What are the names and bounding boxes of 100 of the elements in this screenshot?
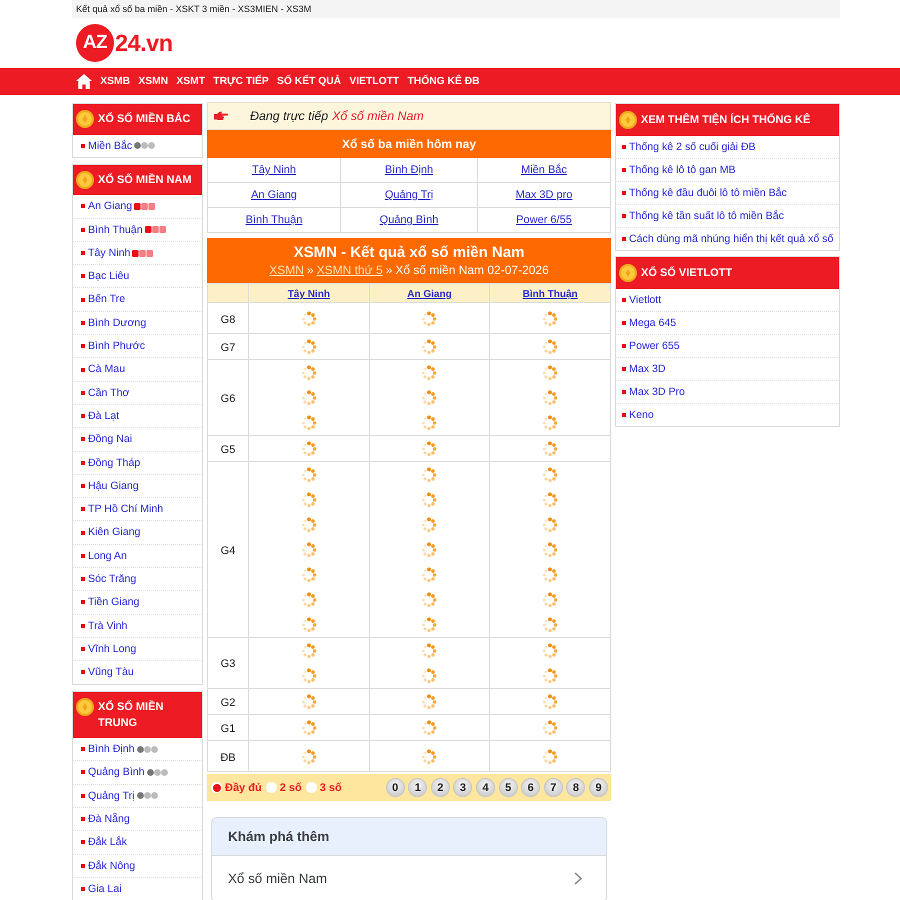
digit-button[interactable]: 9 — [589, 778, 608, 797]
sidebar-link[interactable]: Đồng Nai — [88, 432, 132, 447]
breadcrumb-separator: » — [386, 263, 392, 277]
sidebar-link[interactable]: Thống kê lô tô gan MB — [629, 163, 736, 177]
sidebar-link[interactable]: Bạc Liêu — [88, 269, 130, 284]
radio-button[interactable] — [266, 782, 277, 793]
digit-button[interactable]: 2 — [430, 778, 450, 797]
sidebar-link[interactable]: Tiền Giang — [88, 595, 140, 610]
sidebar-link[interactable]: Long An — [88, 548, 127, 564]
three-dots-icon — [136, 746, 158, 753]
today-link[interactable]: Max 3D pro — [516, 189, 572, 201]
square-bullet-icon — [81, 507, 85, 512]
nav-link[interactable]: XSMN — [138, 76, 168, 87]
section-header: Xổ số ba miền hôm nay — [207, 130, 611, 158]
digit-button[interactable]: 3 — [453, 778, 472, 797]
square-bullet-icon — [81, 251, 85, 256]
logo-badge[interactable]: AZ — [76, 24, 114, 62]
square-bullet-icon — [81, 460, 85, 465]
sidebar-link[interactable]: Vietlott — [629, 293, 662, 307]
square-bullet-icon — [622, 298, 626, 302]
panel-title: XỔ SỐ MIỀN TRUNG — [98, 699, 164, 731]
sidebar-link[interactable]: TP Hồ Chí Minh — [88, 502, 164, 516]
sidebar-link[interactable]: Vũng Tàu — [88, 665, 134, 680]
sidebar-link[interactable]: Max 3D — [629, 362, 666, 376]
digit-button[interactable]: 7 — [544, 778, 563, 797]
sidebar-link[interactable]: Bình Dương — [88, 316, 146, 330]
sidebar-link[interactable]: Hậu Giang — [88, 478, 139, 494]
sidebar-link[interactable]: Thống kê tần suất lô tô miền Bắc — [629, 209, 784, 223]
explore-link[interactable]: Xổ số miền Nam — [212, 855, 606, 900]
sidebar-link[interactable]: Kiên Giang — [88, 525, 140, 540]
digit-button[interactable]: 6 — [521, 778, 540, 797]
digit-button[interactable]: 8 — [566, 778, 586, 797]
sidebar-link[interactable]: Đà Lạt — [88, 408, 120, 424]
sidebar-link[interactable]: Keno — [629, 408, 654, 422]
panel-title: XỔ SỐ MIỀN NAM — [98, 172, 192, 188]
nav-link[interactable]: VIETLOTT — [349, 76, 400, 87]
today-link[interactable]: Quảng Bình — [380, 214, 438, 226]
sidebar-link[interactable]: Tây Ninh — [88, 246, 130, 260]
sidebar-link[interactable]: Cà Mau — [88, 362, 126, 377]
radio-label[interactable]: Đầy đủ — [225, 782, 262, 794]
nav-link[interactable]: TRỰC TIẾP — [213, 76, 269, 87]
sidebar-link[interactable]: Đắk Nông — [88, 858, 136, 873]
radio-button[interactable] — [306, 782, 317, 793]
pointing-hand-icon — [214, 111, 228, 121]
sidebar-link[interactable]: Đồng Tháp — [88, 456, 140, 470]
logo-text[interactable]: 24.vn — [115, 30, 173, 56]
sidebar-link[interactable]: Max 3D Pro — [629, 385, 685, 399]
coin-icon — [76, 110, 94, 128]
prize-label: G8 — [220, 314, 236, 326]
today-link[interactable]: Bình Định — [384, 164, 434, 176]
results-title: XSMN - Kết quả xổ số miền Nam — [294, 243, 524, 263]
square-bullet-icon — [622, 168, 626, 172]
sidebar-link[interactable]: Bến Tre — [88, 292, 126, 307]
nav-link[interactable]: THỐNG KÊ ĐB — [407, 76, 480, 87]
sidebar-link[interactable]: Gia Lai — [88, 882, 122, 896]
sidebar-link[interactable]: Bình Định — [88, 742, 135, 756]
sidebar-link[interactable]: Quảng Bình — [88, 765, 145, 780]
sidebar-link[interactable]: Quảng Trị — [88, 788, 135, 803]
nav-link[interactable]: XSMT — [176, 76, 205, 87]
square-bullet-icon — [81, 864, 85, 868]
radio-button[interactable] — [211, 782, 222, 793]
three-dots-icon — [146, 768, 168, 776]
chevron-right-icon — [574, 872, 582, 885]
square-bullet-icon — [81, 530, 85, 535]
today-link[interactable]: Quảng Trị — [384, 189, 434, 201]
sidebar-link[interactable]: Mega 645 — [629, 316, 676, 330]
sidebar-link[interactable]: Đắk Lắk — [88, 835, 127, 850]
radio-label[interactable]: 2 số — [280, 782, 302, 794]
digit-button[interactable]: 1 — [408, 778, 428, 797]
sidebar-link[interactable]: Vĩnh Long — [88, 642, 136, 656]
sidebar-link[interactable]: Bình Phước — [88, 339, 146, 354]
digit-button[interactable]: 0 — [386, 778, 405, 797]
today-link[interactable]: Power 6/55 — [516, 214, 572, 226]
sidebar-link[interactable]: Power 655 — [629, 339, 680, 353]
today-link[interactable]: Miền Bắc — [521, 164, 567, 176]
sidebar-link[interactable]: Miền Bắc — [88, 138, 132, 153]
nav-link[interactable]: XSMB — [100, 76, 130, 87]
digit-button[interactable]: 5 — [498, 778, 518, 797]
square-bullet-icon — [81, 144, 85, 148]
breadcrumb-text: Xổ số miền Nam 02-07-2026 — [395, 263, 549, 277]
coin-icon — [619, 111, 637, 129]
radio-label[interactable]: 3 số — [320, 782, 342, 794]
home-icon[interactable] — [76, 74, 92, 89]
nav-link[interactable]: SỐ KẾT QUẢ — [277, 76, 342, 87]
sidebar-link[interactable]: Thống kê đầu đuôi lô tô miền Bắc — [629, 186, 787, 200]
sidebar-link[interactable]: Sóc Trăng — [88, 572, 136, 586]
sidebar-link[interactable]: Bình Thuận — [88, 222, 143, 237]
sidebar-link[interactable]: Trà Vinh — [88, 618, 128, 633]
today-link[interactable]: Tây Ninh — [252, 164, 296, 176]
today-link[interactable]: Bình Thuận — [246, 214, 302, 226]
digit-button[interactable]: 4 — [476, 778, 496, 797]
sidebar-link[interactable]: Đà Nẵng — [88, 812, 130, 826]
sidebar-link[interactable]: Cách dùng mã nhúng hiển thị kết quả xổ số — [629, 232, 834, 246]
sidebar-link[interactable]: Thống kê 2 số cuối giải ĐB — [629, 140, 756, 154]
sidebar-link[interactable]: Cần Thơ — [88, 386, 130, 400]
live-link[interactable]: Xổ số miền Nam — [332, 109, 424, 123]
sidebar-link[interactable]: An Giang — [88, 199, 132, 214]
square-bullet-icon — [81, 390, 85, 395]
today-link[interactable]: An Giang — [251, 189, 297, 201]
square-bullet-icon — [81, 414, 85, 418]
